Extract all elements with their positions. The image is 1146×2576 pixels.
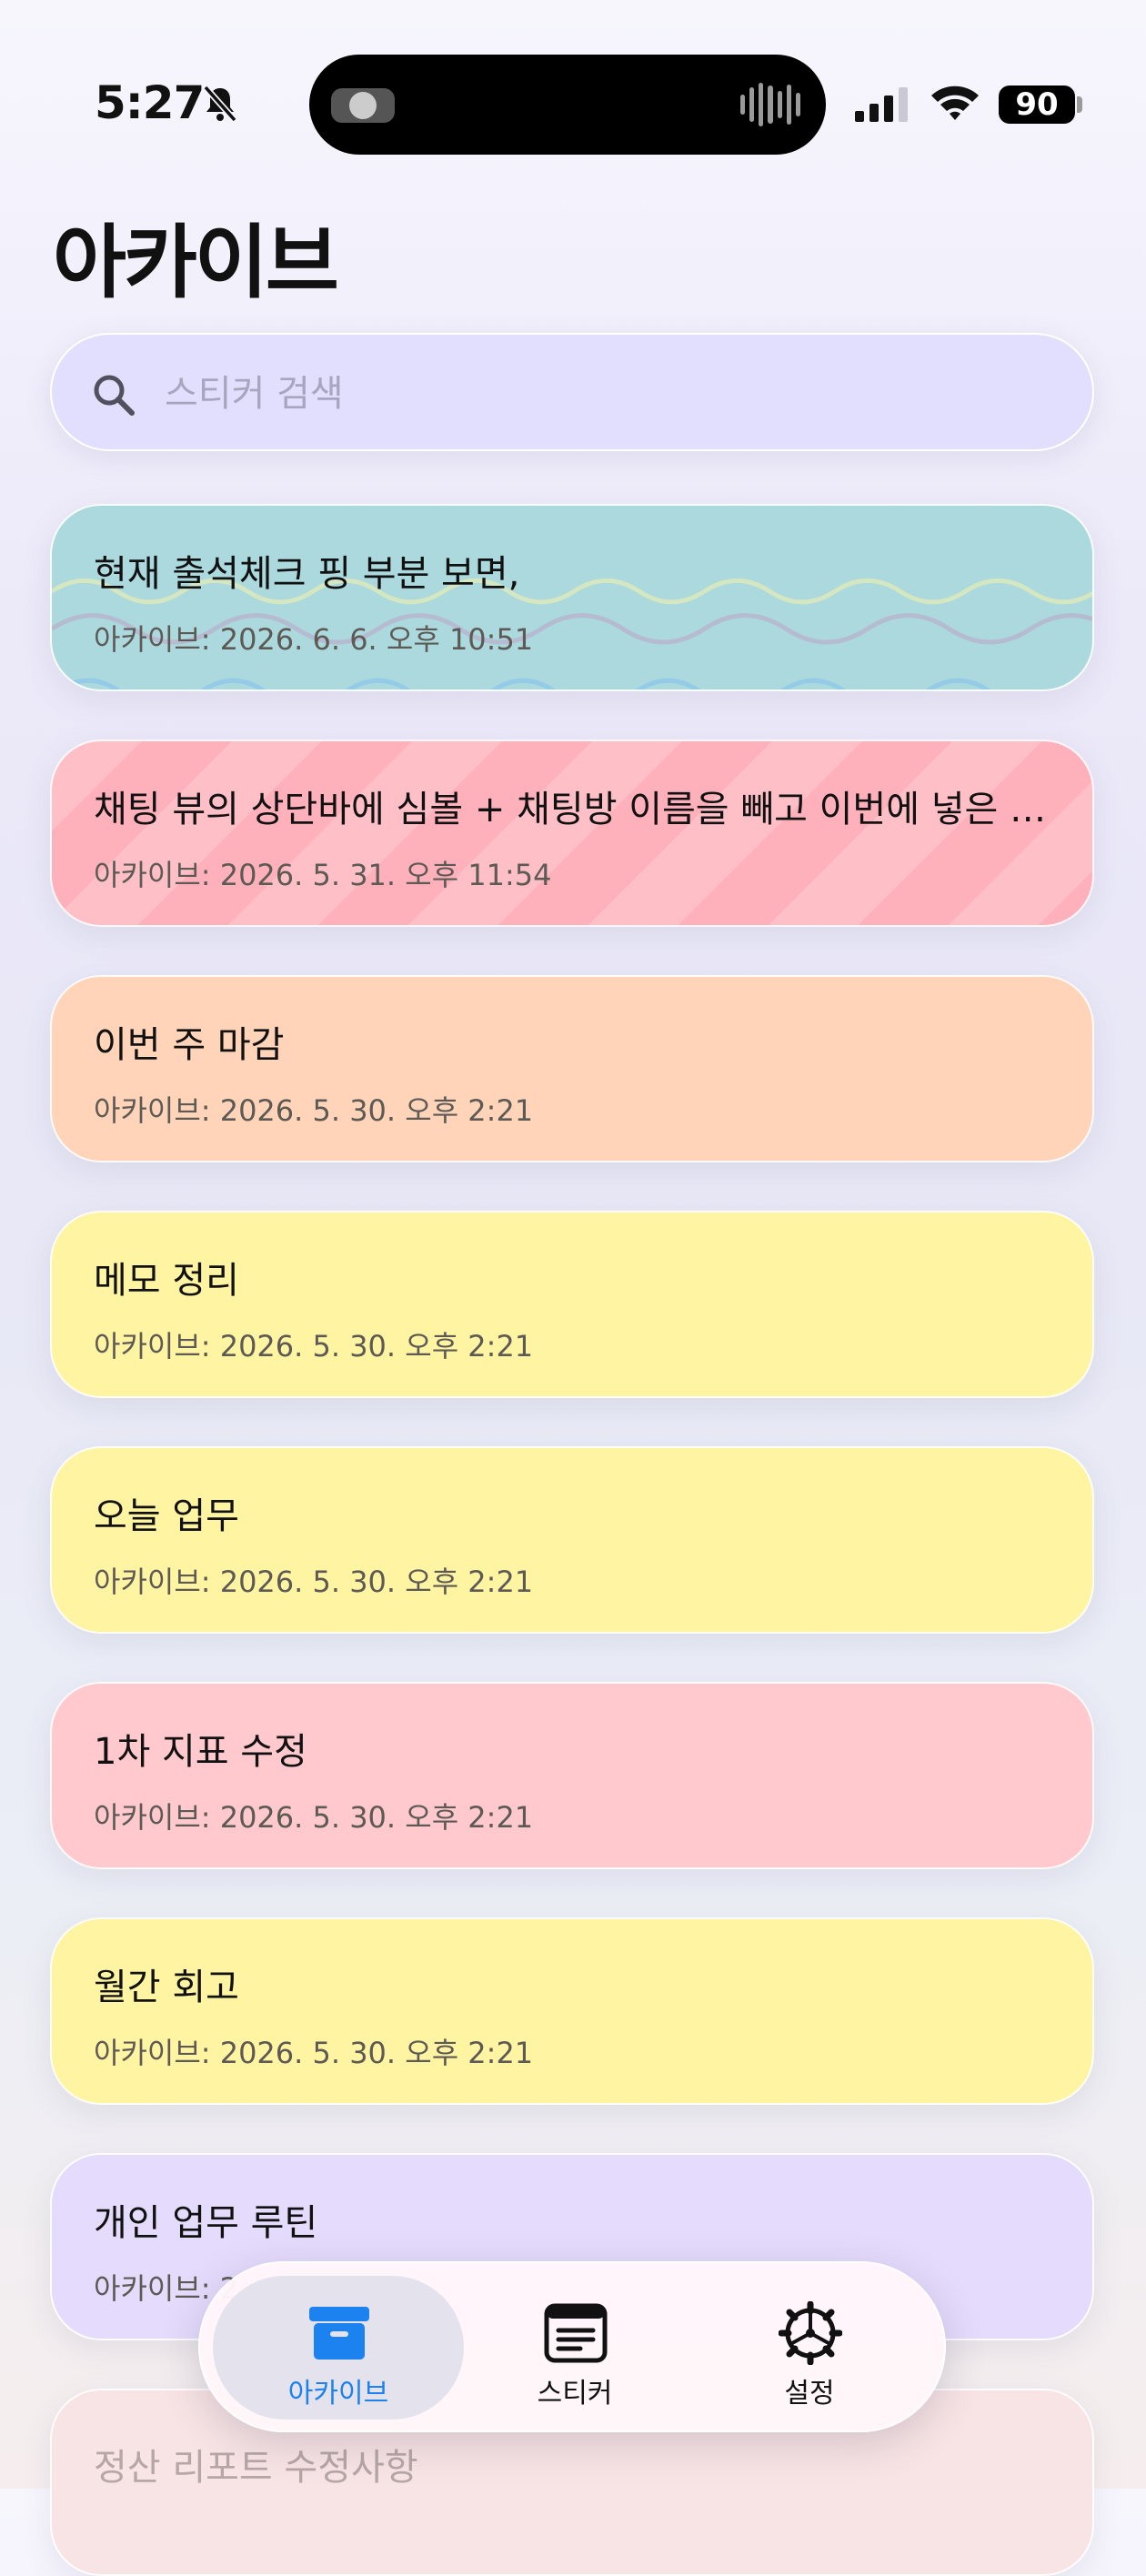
sticker-title: 정산 리포트 수정사항 [94, 2447, 418, 2489]
sticker-archive-date: 아카이브: 2026. 5. 30. 오후 2:21 [94, 1800, 534, 1835]
sticker-title: 월간 회고 [94, 1967, 239, 2008]
search-input[interactable] [163, 358, 1058, 429]
now-playing-artwork [331, 88, 395, 123]
search-bar[interactable] [50, 333, 1094, 451]
sticker-card-3[interactable]: 이번 주 마감 아카이브: 2026. 5. 30. 오후 2:21 [50, 975, 1094, 1162]
tab-bar: 아카이브 스티커 설정 [198, 2261, 946, 2432]
sticker-archive-date: 아카이브: 2026. 5. 30. 오후 2:21 [94, 2036, 534, 2070]
audio-waveform-icon [740, 82, 800, 127]
tab-sticker-label: 스티커 [537, 2378, 613, 2410]
status-time: 5:27 [95, 76, 205, 129]
sticker-archive-date: 아카이브: 2026. 5. 30. 오후 2:21 [94, 1565, 534, 1599]
page-title: 아카이브 [53, 216, 339, 309]
sticker-card-1[interactable]: 현재 출석체크 핑 부분 보면, 아카이브: 2026. 6. 6. 오후 10… [50, 504, 1094, 691]
tab-settings[interactable]: 설정 [684, 2276, 935, 2420]
status-bar: 5:27 90 [0, 0, 1146, 182]
sticker-title: 1차 지표 수정 [94, 1731, 307, 1773]
dynamic-island [309, 55, 826, 155]
sticker-card-7[interactable]: 월간 회고 아카이브: 2026. 5. 30. 오후 2:21 [50, 1917, 1094, 2105]
battery-tip [1077, 96, 1082, 113]
sticker-card-4[interactable]: 메모 정리 아카이브: 2026. 5. 30. 오후 2:21 [50, 1211, 1094, 1398]
bell-slash-icon [203, 85, 237, 123]
archive-box-icon [309, 2307, 369, 2360]
sticker-card-6[interactable]: 1차 지표 수정 아카이브: 2026. 5. 30. 오후 2:21 [50, 1682, 1094, 1869]
search-icon [94, 375, 135, 416]
sticker-title: 현재 출석체크 핑 부분 보면, [94, 553, 520, 595]
sticker-archive-date: 아카이브: 2026. 5. 30. 오후 2:21 [94, 1329, 534, 1363]
sticker-title: 채팅 뷰의 상단바에 심볼 + 채팅방 이름을 빼고 이번에 넣은 이... [94, 789, 1058, 830]
note-window-icon [544, 2303, 608, 2363]
sticker-archive-date: 아카이브: 2026. 5. 30. 오후 2:21 [94, 1093, 534, 1128]
cellular-signal-icon [855, 87, 908, 122]
sticker-title: 메모 정리 [94, 1260, 239, 1302]
wave-pattern [52, 579, 1092, 689]
battery-indicator: 90 [999, 86, 1075, 124]
tab-archive-label: 아카이브 [287, 2378, 389, 2410]
gear-icon [779, 2301, 842, 2365]
wifi-icon [931, 86, 979, 120]
tab-sticker[interactable]: 스티커 [449, 2276, 700, 2420]
sticker-card-2[interactable]: 채팅 뷰의 상단바에 심볼 + 채팅방 이름을 빼고 이번에 넣은 이... 아… [50, 740, 1094, 927]
sticker-archive-date: 아카이브: 2026. 6. 6. 오후 10:51 [94, 622, 534, 657]
sticker-title: 오늘 업무 [94, 1495, 239, 1537]
sticker-title: 이번 주 마감 [94, 1024, 285, 1066]
tab-archive[interactable]: 아카이브 [213, 2276, 464, 2420]
sticker-title: 개인 업무 루틴 [94, 2202, 318, 2244]
sticker-archive-date: 아카이브: 2026. 5. 31. 오후 11:54 [94, 858, 552, 892]
tab-settings-label: 설정 [784, 2378, 835, 2410]
sticker-card-5[interactable]: 오늘 업무 아카이브: 2026. 5. 30. 오후 2:21 [50, 1446, 1094, 1634]
